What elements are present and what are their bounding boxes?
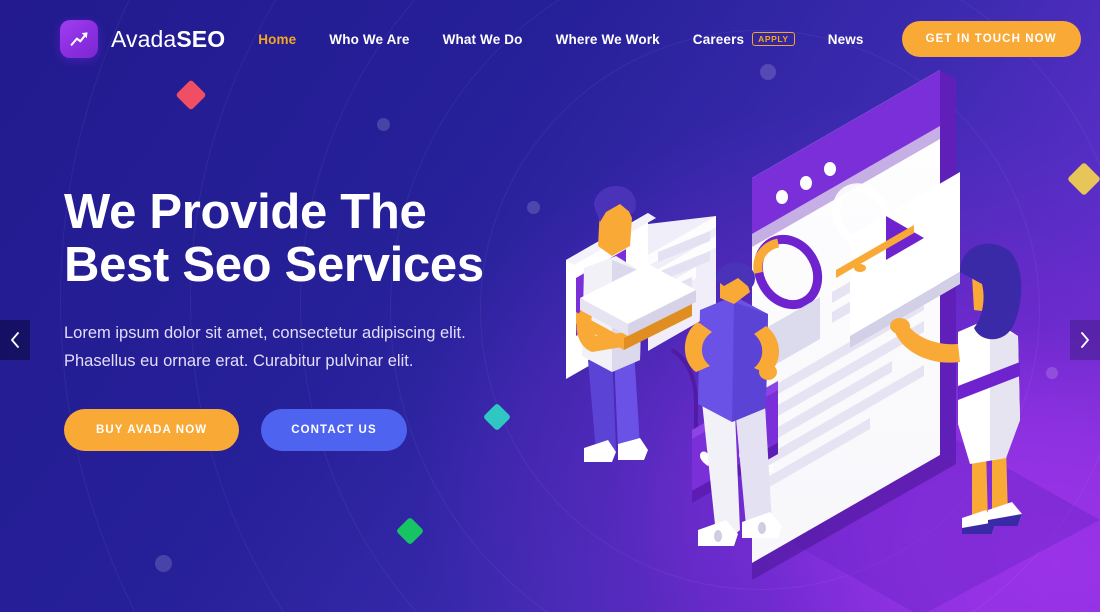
get-in-touch-button[interactable]: GET IN TOUCH NOW <box>901 21 1081 57</box>
nav-item-careers[interactable]: Careers APPLY <box>693 32 795 47</box>
hero-title: We Provide The Best Seo Services <box>64 185 534 293</box>
nav-item-where-we-work[interactable]: Where We Work <box>556 32 660 47</box>
main-navigation: Home Who We Are What We Do Where We Work… <box>225 21 1081 57</box>
hero-content: We Provide The Best Seo Services Lorem i… <box>64 185 534 451</box>
apply-badge: APPLY <box>752 31 795 47</box>
brand-name: AvadaSEO <box>111 26 225 53</box>
nav-item-who-we-are[interactable]: Who We Are <box>329 32 409 47</box>
slider-prev-button[interactable] <box>0 320 30 360</box>
hero-paragraph-line1: Lorem ipsum dolor sit amet, consectetur … <box>64 323 466 342</box>
hero-title-line1: We Provide The <box>64 185 427 239</box>
isometric-seo-illustration: 25 12 <box>520 60 1100 612</box>
nav-item-home[interactable]: Home <box>258 32 296 47</box>
background-dot <box>377 118 390 131</box>
buy-avada-now-button[interactable]: BUY AVADA NOW <box>64 408 240 451</box>
contact-us-button[interactable]: CONTACT US <box>261 408 407 451</box>
chart-arrow-up-icon <box>60 20 98 58</box>
nav-item-what-we-do[interactable]: What We Do <box>443 32 523 47</box>
background-dot <box>155 555 172 572</box>
chevron-left-icon <box>10 332 20 348</box>
hero-slider-section: 25 12 <box>0 0 1100 612</box>
hero-paragraph-line2: Phasellus eu ornare erat. Curabitur pulv… <box>64 352 414 371</box>
site-header: AvadaSEO Home Who We Are What We Do Wher… <box>0 0 1100 78</box>
hero-buttons: BUY AVADA NOW CONTACT US <box>64 408 534 451</box>
pink-diamond <box>175 79 207 111</box>
nav-item-news[interactable]: News <box>828 32 864 47</box>
brand-name-bold: SEO <box>176 25 226 52</box>
brand-name-light: Avada <box>111 25 177 52</box>
chevron-right-icon <box>1080 332 1090 348</box>
hero-title-line2: Best Seo Services <box>64 238 484 293</box>
nav-item-careers-label: Careers <box>692 31 745 47</box>
slider-next-button[interactable] <box>1070 320 1100 360</box>
green-diamond <box>395 516 425 546</box>
hero-paragraph: Lorem ipsum dolor sit amet, consectetur … <box>64 319 534 376</box>
brand-logo[interactable]: AvadaSEO <box>60 20 225 58</box>
